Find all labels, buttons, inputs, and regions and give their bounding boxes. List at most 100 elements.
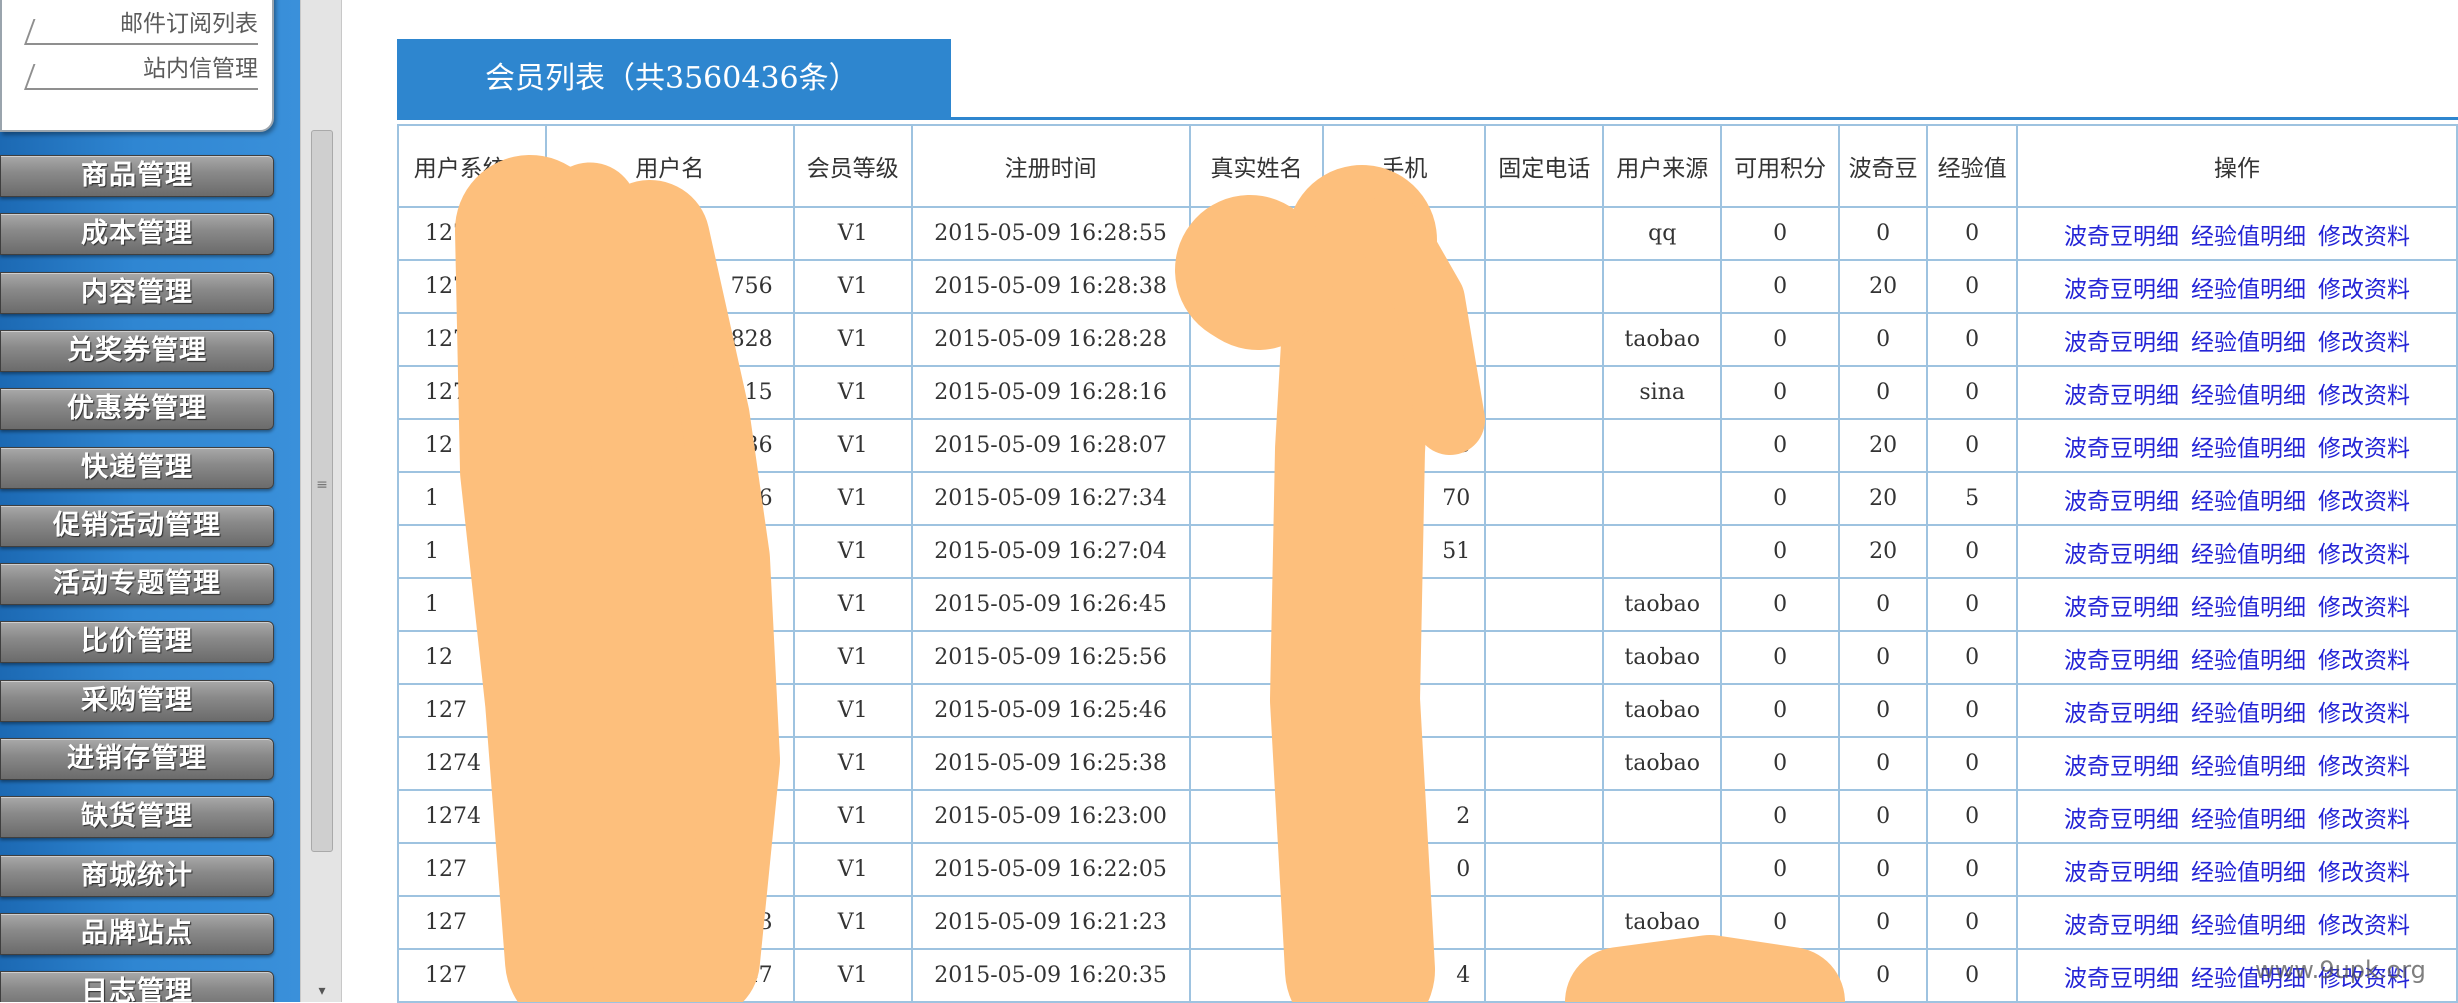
beans-detail-link[interactable]: 波奇豆明细: [2064, 489, 2179, 515]
edit-profile-link[interactable]: 修改资料: [2318, 436, 2410, 462]
actions-cell: 波奇豆明细 经验值明细 修改资料: [2016, 206, 2458, 261]
mobile-cell: [1322, 312, 1487, 367]
mobile-cell: [1322, 259, 1487, 314]
real-name-cell: [1188, 524, 1325, 579]
edit-profile-link[interactable]: 修改资料: [2318, 701, 2410, 727]
points-cell: 0: [1720, 683, 1841, 738]
experience-detail-link[interactable]: 经验值明细: [2191, 489, 2306, 515]
experience-cell: 0: [1926, 418, 2019, 473]
beans-detail-link[interactable]: 波奇豆明细: [2064, 913, 2179, 939]
menu-button-price-compare[interactable]: 比价管理: [0, 621, 274, 664]
user-source-cell: [1602, 471, 1723, 526]
edit-profile-link[interactable]: 修改资料: [2318, 542, 2410, 568]
actions-cell: 波奇豆明细 经验值明细 修改资料: [2016, 365, 2458, 420]
beans-detail-link[interactable]: 波奇豆明细: [2064, 754, 2179, 780]
experience-cell: 0: [1926, 577, 2019, 632]
table-row: 127 756 V1 2015-05-09 16:28:38 0 20 0 波奇豆明细 经验值明…: [397, 259, 2458, 314]
experience-detail-link[interactable]: 经验值明细: [2191, 648, 2306, 674]
points-cell: 0: [1720, 259, 1841, 314]
member-level-cell: V1: [792, 312, 913, 367]
experience-detail-link[interactable]: 经验值明细: [2191, 383, 2306, 409]
experience-detail-link[interactable]: 经验值明细: [2191, 277, 2306, 303]
menu-button-mall-stats[interactable]: 商城统计: [0, 854, 274, 897]
menu-button-prize-coupons[interactable]: 兑奖券管理: [0, 329, 274, 372]
edit-profile-link[interactable]: 修改资料: [2318, 860, 2410, 886]
username-cell: [544, 736, 795, 791]
menu-button-inventory[interactable]: 进销存管理: [0, 738, 274, 780]
menu-button-purchasing[interactable]: 采购管理: [0, 679, 274, 722]
username-cell: [544, 683, 795, 738]
title-underline: [397, 117, 2458, 120]
experience-detail-link[interactable]: 经验值明细: [2191, 860, 2306, 886]
beans-detail-link[interactable]: 波奇豆明细: [2064, 595, 2179, 621]
edit-profile-link[interactable]: 修改资料: [2318, 489, 2410, 515]
beans-detail-link[interactable]: 波奇豆明细: [2064, 860, 2179, 886]
vertical-scrollbar[interactable]: ≡ ▾: [300, 0, 342, 1002]
edit-profile-link[interactable]: 修改资料: [2318, 383, 2410, 409]
scroll-down-arrow-icon[interactable]: ▾: [313, 982, 331, 1000]
username-cell: 547: [544, 948, 795, 1003]
beans-detail-link[interactable]: 波奇豆明细: [2064, 330, 2179, 356]
experience-cell: 0: [1926, 206, 2019, 261]
user-id-cell: 1: [397, 577, 547, 632]
menu-button-express[interactable]: 快递管理: [0, 446, 274, 489]
landline-cell: [1484, 577, 1605, 632]
user-source-cell: [1602, 259, 1723, 314]
menu-button-promotions[interactable]: 促销活动管理: [0, 504, 274, 547]
register-time-cell: 2015-05-09 16:20:35: [910, 948, 1191, 1003]
col-username-header: 用户名: [544, 124, 795, 208]
experience-detail-link[interactable]: 经验值明细: [2191, 542, 2306, 568]
menu-button-coupons[interactable]: 优惠券管理: [0, 388, 274, 431]
actions-cell: 波奇豆明细 经验值明细 修改资料: [2016, 312, 2458, 367]
edit-profile-link[interactable]: 修改资料: [2318, 595, 2410, 621]
menu-button-products[interactable]: 商品管理: [0, 155, 274, 197]
experience-detail-link[interactable]: 经验值明细: [2191, 807, 2306, 833]
experience-detail-link[interactable]: 经验值明细: [2191, 595, 2306, 621]
register-time-cell: 2015-05-09 16:23:00: [910, 789, 1191, 844]
menu-button-stockout[interactable]: 缺货管理: [0, 796, 274, 839]
beans-detail-link[interactable]: 波奇豆明细: [2064, 383, 2179, 409]
edit-profile-link[interactable]: 修改资料: [2318, 224, 2410, 250]
username-cell: [544, 630, 795, 685]
mobile-cell: [1322, 736, 1487, 791]
menu-button-content[interactable]: 内容管理: [0, 271, 274, 314]
member-level-cell: V1: [792, 524, 913, 579]
menu-button-cost[interactable]: 成本管理: [0, 213, 274, 256]
beans-detail-link[interactable]: 波奇豆明细: [2064, 807, 2179, 833]
register-time-cell: 2015-05-09 16:28:55: [910, 206, 1191, 261]
edit-profile-link[interactable]: 修改资料: [2318, 330, 2410, 356]
edit-profile-link[interactable]: 修改资料: [2318, 807, 2410, 833]
beans-detail-link[interactable]: 波奇豆明细: [2064, 966, 2179, 992]
edit-profile-link[interactable]: 修改资料: [2318, 754, 2410, 780]
beans-cell: 0: [1838, 842, 1929, 897]
edit-profile-link[interactable]: 修改资料: [2318, 277, 2410, 303]
beans-detail-link[interactable]: 波奇豆明细: [2064, 277, 2179, 303]
beans-detail-link[interactable]: 波奇豆明细: [2064, 701, 2179, 727]
user-source-cell: [1602, 789, 1723, 844]
landline-cell: [1484, 948, 1605, 1003]
experience-detail-link[interactable]: 经验值明细: [2191, 701, 2306, 727]
submenu-item-site-message[interactable]: 站内信管理: [24, 50, 258, 90]
experience-detail-link[interactable]: 经验值明细: [2191, 436, 2306, 462]
user-id-cell: 127: [397, 259, 547, 314]
edit-profile-link[interactable]: 修改资料: [2318, 913, 2410, 939]
experience-detail-link[interactable]: 经验值明细: [2191, 330, 2306, 356]
edit-profile-link[interactable]: 修改资料: [2318, 648, 2410, 674]
beans-detail-link[interactable]: 波奇豆明细: [2064, 542, 2179, 568]
experience-detail-link[interactable]: 经验值明细: [2191, 224, 2306, 250]
submenu-item-mail-subscription[interactable]: 邮件订阅列表: [24, 5, 258, 45]
experience-detail-link[interactable]: 经验值明细: [2191, 913, 2306, 939]
experience-detail-link[interactable]: 经验值明细: [2191, 754, 2306, 780]
beans-detail-link[interactable]: 波奇豆明细: [2064, 224, 2179, 250]
menu-button-logs[interactable]: 日志管理: [0, 971, 274, 1002]
menu-button-brand-sites[interactable]: 品牌站点: [0, 912, 274, 955]
register-time-cell: 2015-05-09 16:21:23: [910, 895, 1191, 950]
col-user-source-header: 用户来源: [1602, 124, 1723, 208]
beans-detail-link[interactable]: 波奇豆明细: [2064, 648, 2179, 674]
table-row: 12 636 V1 2015-05-09 16:28:07 98 0 20 0 波奇豆明细 经验值…: [397, 418, 2458, 473]
menu-button-topics[interactable]: 活动专题管理: [0, 563, 274, 606]
beans-detail-link[interactable]: 波奇豆明细: [2064, 436, 2179, 462]
points-cell: 0: [1720, 471, 1841, 526]
real-name-cell: [1188, 418, 1325, 473]
points-cell: 0: [1720, 842, 1841, 897]
